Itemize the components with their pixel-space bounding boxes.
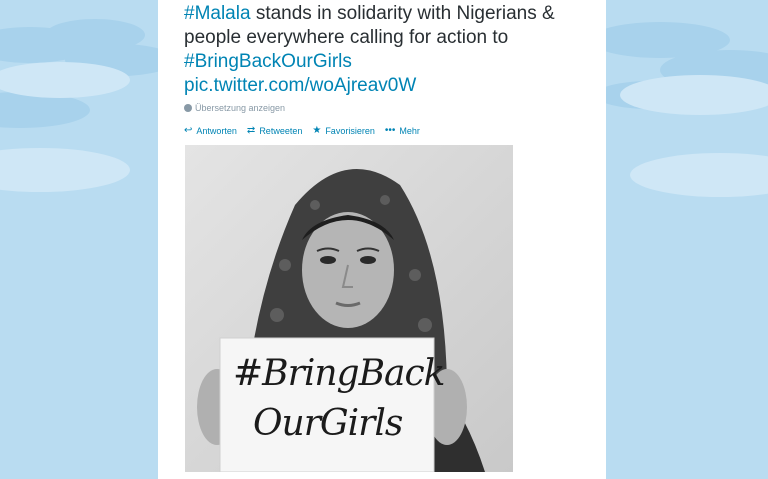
star-icon: ★ bbox=[312, 125, 322, 136]
hashtag-bringbackourgirls-link[interactable]: #BringBackOurGirls bbox=[184, 51, 352, 72]
sign-line-2: OurGirls bbox=[253, 403, 403, 444]
retweet-button[interactable]: ⇄ Retweeten bbox=[247, 125, 302, 136]
pic-link[interactable]: pic.twitter.com/woAjreav0W bbox=[184, 75, 416, 96]
favorite-button[interactable]: ★ Favorisieren bbox=[312, 125, 375, 136]
more-icon: ••• bbox=[384, 125, 396, 136]
reply-button[interactable]: ↩ Antworten bbox=[184, 125, 237, 136]
hashtag-malala-link[interactable]: #Malala bbox=[184, 3, 251, 24]
translate-toggle[interactable]: Übersetzung anzeigen bbox=[184, 103, 285, 113]
retweet-label: Retweeten bbox=[259, 125, 303, 136]
tweet-actions: ↩ Antworten ⇄ Retweeten ★ Favorisieren •… bbox=[184, 125, 420, 136]
more-label: Mehr bbox=[399, 125, 420, 136]
reply-icon: ↩ bbox=[184, 125, 193, 136]
retweet-icon: ⇄ bbox=[246, 125, 256, 136]
more-button[interactable]: ••• Mehr bbox=[385, 125, 420, 136]
sign-line-1: #BringBack bbox=[233, 353, 445, 394]
reply-label: Antworten bbox=[196, 125, 237, 136]
favorite-label: Favorisieren bbox=[325, 125, 375, 136]
tweet-text: #Malala stands in solidarity with Nigeri… bbox=[184, 2, 604, 98]
tweet-card: #Malala stands in solidarity with Nigeri… bbox=[158, 0, 606, 479]
globe-icon bbox=[184, 104, 192, 112]
tweet-photo[interactable]: #BringBack OurGirls bbox=[185, 145, 513, 472]
translate-label: Übersetzung anzeigen bbox=[195, 103, 286, 113]
